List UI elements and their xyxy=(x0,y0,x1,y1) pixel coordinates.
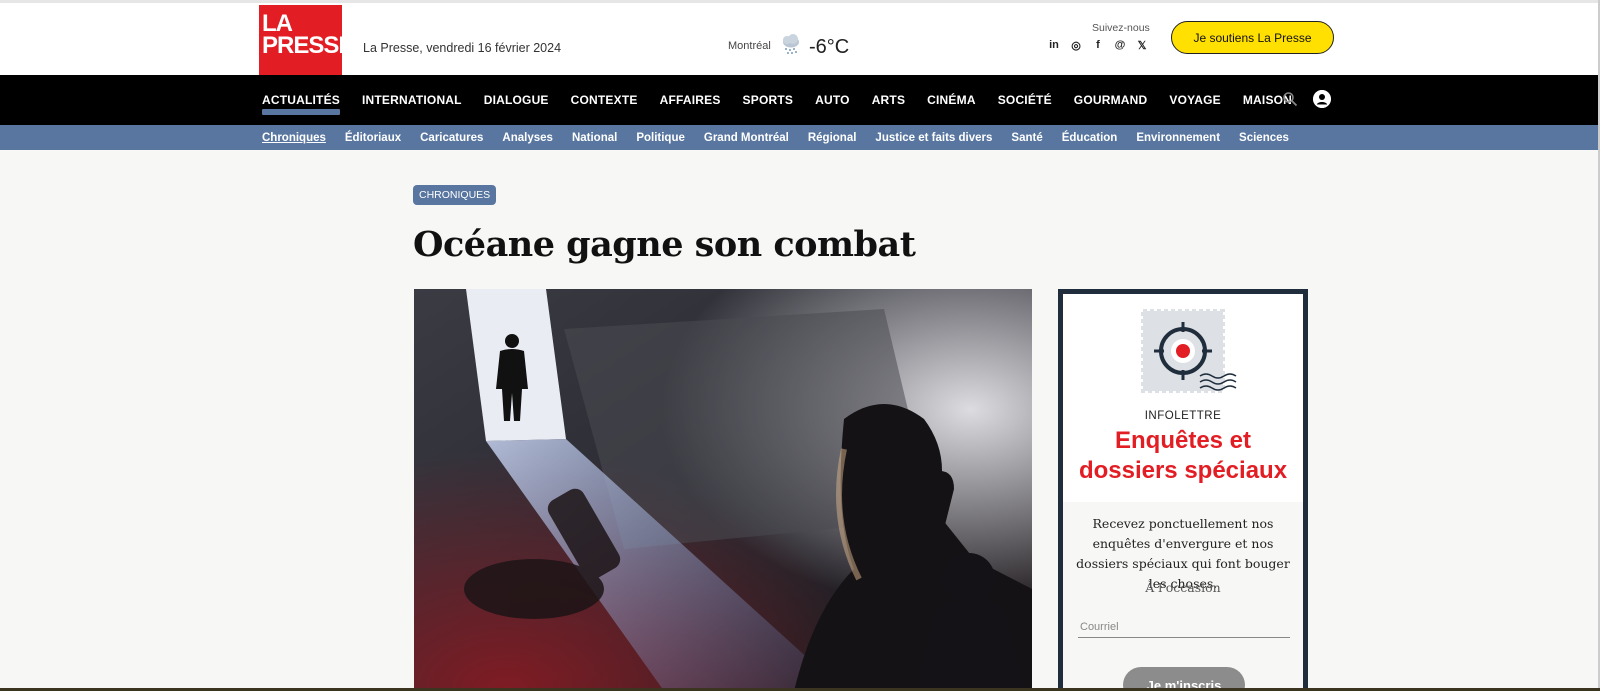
social-links: in ◎ f @ 𝕏 xyxy=(1048,39,1148,52)
search-icon[interactable] xyxy=(1282,91,1298,107)
nav-item-voyage[interactable]: VOYAGE xyxy=(1158,75,1231,125)
nav-item-arts[interactable]: ARTS xyxy=(861,75,916,125)
target-stamp-icon xyxy=(1141,309,1237,393)
x-icon[interactable]: 𝕏 xyxy=(1136,39,1148,52)
nav-item-international[interactable]: INTERNATIONAL xyxy=(351,75,473,125)
page: LA PRESSE La Presse, vendredi 16 février… xyxy=(0,0,1600,691)
nav-item-cinema[interactable]: CINÉMA xyxy=(916,75,987,125)
current-date: La Presse, vendredi 16 février 2024 xyxy=(363,41,562,55)
nav-item-societe[interactable]: SOCIÉTÉ xyxy=(987,75,1063,125)
nav-item-dialogue[interactable]: DIALOGUE xyxy=(473,75,560,125)
la-presse-logo[interactable]: LA PRESSE xyxy=(259,5,354,76)
nav-item-affaires[interactable]: AFFAIRES xyxy=(649,75,732,125)
nav-item-actualites[interactable]: ACTUALITÉS xyxy=(262,75,351,125)
subnav-item-environnement[interactable]: Environnement xyxy=(1127,125,1230,150)
main-nav: ACTUALITÉS INTERNATIONAL DIALOGUE CONTEX… xyxy=(0,75,1600,125)
newsletter-title-line-1: Enquêtes et xyxy=(1114,427,1252,454)
subnav-item-analyses[interactable]: Analyses xyxy=(493,125,563,150)
nav-item-gourmand[interactable]: GOURMAND xyxy=(1063,75,1159,125)
newsletter-box: INFOLETTRE Enquêtes et dossiers spéciaux… xyxy=(1058,289,1308,691)
weather-temperature: -6°C xyxy=(809,36,850,58)
facebook-icon[interactable]: f xyxy=(1092,39,1104,51)
top-header: LA PRESSE La Presse, vendredi 16 février… xyxy=(0,0,1600,76)
subnav-item-justice[interactable]: Justice et faits divers xyxy=(866,125,1002,150)
subnav-item-education[interactable]: Éducation xyxy=(1052,125,1127,150)
subnav-item-national[interactable]: National xyxy=(562,125,626,150)
linkedin-icon[interactable]: in xyxy=(1048,39,1060,51)
sub-nav: Chroniques Éditoriaux Caricatures Analys… xyxy=(0,125,1600,150)
section-badge[interactable]: CHRONIQUES xyxy=(413,185,497,205)
support-button[interactable]: Je soutiens La Presse xyxy=(1171,21,1334,54)
nav-item-contexte[interactable]: CONTEXTE xyxy=(560,75,649,125)
follow-label: Suivez-nous xyxy=(1092,22,1150,34)
newsletter-frequency: À l'occasion xyxy=(1145,580,1221,595)
article-headline: Océane gagne son combat xyxy=(413,224,916,265)
subnav-item-chroniques[interactable]: Chroniques xyxy=(262,125,335,150)
user-account-icon[interactable] xyxy=(1313,90,1331,108)
subnav-item-grand-montreal[interactable]: Grand Montréal xyxy=(694,125,798,150)
subnav-item-editoriaux[interactable]: Éditoriaux xyxy=(335,125,410,150)
newsletter-title: Enquêtes et dossiers spéciaux xyxy=(1063,426,1303,486)
subnav-item-politique[interactable]: Politique xyxy=(627,125,695,150)
email-field[interactable] xyxy=(1078,617,1290,638)
weather-city: Montréal xyxy=(728,40,771,52)
subnav-item-sciences[interactable]: Sciences xyxy=(1230,125,1299,150)
threads-icon[interactable]: @ xyxy=(1114,39,1126,51)
subnav-item-sante[interactable]: Santé xyxy=(1002,125,1052,150)
subnav-item-caricatures[interactable]: Caricatures xyxy=(411,125,493,150)
newsletter-kicker: INFOLETTRE xyxy=(1144,410,1222,422)
instagram-icon[interactable]: ◎ xyxy=(1070,39,1082,52)
subnav-item-regional[interactable]: Régional xyxy=(798,125,866,150)
newsletter-title-line-2: dossiers spéciaux xyxy=(1078,457,1288,484)
article-hero-image xyxy=(414,289,1032,691)
logo-line-2: PRESSE xyxy=(262,32,354,59)
nav-item-sports[interactable]: SPORTS xyxy=(732,75,805,125)
snow-cloud-icon xyxy=(783,34,799,54)
nav-item-auto[interactable]: AUTO xyxy=(804,75,861,125)
